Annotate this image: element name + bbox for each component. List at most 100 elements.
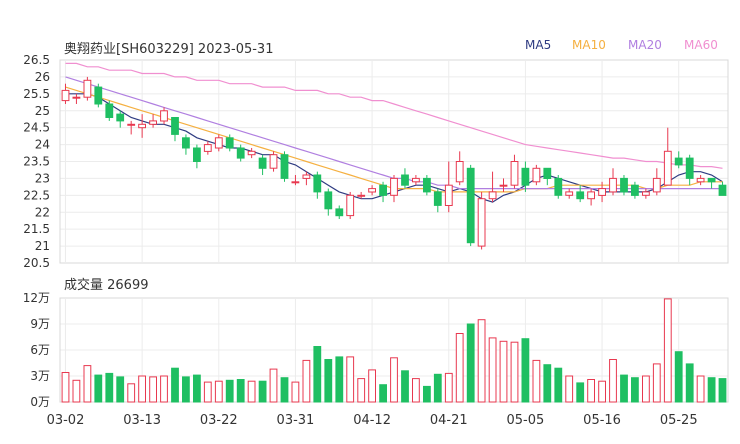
candle-body [718,184,727,196]
volume-bar [642,375,650,403]
candle-body [631,184,639,196]
volume-tick-label: 3万 [30,369,50,383]
volume-bar [598,380,607,403]
volume-bar [543,364,552,403]
candle-body [565,191,574,196]
volume-bar [72,379,81,403]
volume-bar [587,379,596,403]
candle-body [598,188,607,196]
volume-bar [214,380,223,403]
candle-body [642,191,650,196]
price-tick-label: 25.5 [23,87,50,101]
volume-bar [313,346,322,403]
volume-bar [182,376,190,403]
volume-bar [488,337,497,403]
candle-body [291,181,300,184]
candle-body [532,167,541,183]
candle-body [379,184,388,196]
volume-bar [718,378,727,403]
candle-body [499,184,508,187]
volume-bar [258,380,267,403]
volume-bar [324,359,333,403]
volume-bar [203,381,212,403]
volume-bar [280,377,289,403]
volume-tick-label: 9万 [30,317,50,331]
candle-body [346,194,355,217]
candle-body [423,177,431,193]
volume-bar [466,323,475,403]
candle-body [412,177,420,183]
volume-bar [499,340,508,403]
volume-bar [674,351,683,403]
legend-ma20: MA20 [628,38,662,52]
price-tick-label: 23 [35,171,50,185]
volume-bar [193,374,201,403]
volume-bar [171,367,179,403]
candle-body [368,188,377,193]
volume-bar [412,378,420,403]
volume-bar [707,377,716,403]
candle-body [401,174,409,186]
candle-body [510,161,519,186]
price-tick-label: 21.5 [23,222,50,236]
legend-ma10: MA10 [572,38,606,52]
candle-body [203,144,212,152]
date-tick-label: 03-13 [123,413,161,428]
candle-body [674,157,683,166]
candle-body [127,123,136,126]
candle-body [696,177,705,183]
volume-bar [423,385,431,403]
volume-bar [225,379,234,403]
volume-bar [565,375,574,403]
price-tick-label: 22 [35,205,50,219]
date-tick-label: 04-12 [353,413,391,428]
volume-bar [455,333,464,403]
volume-tick-label: 0万 [30,395,50,409]
candle-body [61,89,70,102]
candle-body [225,137,234,149]
volume-bar [83,365,92,403]
date-tick-label: 05-16 [583,413,621,428]
stock-chart-panel: 26.5 26 25.5 25 24.5 24 23.5 23 22.5 22 21.5 21 20.5… [0,0,740,440]
candle-body [620,177,628,193]
candle-body [72,96,81,99]
volume-bar [444,372,453,403]
price-tick-label: 24.5 [23,121,50,135]
volume-bar [236,379,245,403]
candle-body [357,194,366,197]
candle-body [455,161,464,183]
price-tick-label: 26 [35,70,50,84]
volume-bar [105,372,114,403]
candle-body [554,177,563,196]
volume-bar [302,359,311,403]
volume-bar [116,376,125,403]
candle-body [160,110,168,122]
candle-body [214,137,223,149]
volume-bar [663,298,672,403]
candle-body [313,174,322,193]
candle-body [433,191,442,206]
volume-bar [61,372,70,403]
volume-bar [532,359,541,403]
price-tick-label: 26.5 [23,53,50,67]
candle-body [444,184,453,206]
date-axis: 03-02 03-13 03-22 03-31 04-12 04-21 05-05 05-16… [47,413,698,428]
candle-body [83,79,92,98]
candle-body [269,154,278,169]
price-tick-label: 23.5 [23,155,50,169]
volume-bar [631,377,639,403]
candle-body [302,174,311,179]
volume-bar [477,319,486,403]
candle-body [171,117,179,135]
volume-bar [291,381,300,403]
candle-body [488,191,497,200]
candle-body [521,167,530,186]
volume-bar [160,375,168,403]
candle-body [182,137,190,149]
price-tick-label: 25 [35,104,50,118]
legend-ma5: MA5 [525,38,552,52]
volume-bar [609,359,617,403]
candle-body [685,157,694,179]
volume-bar [368,369,377,403]
candle-body [609,177,617,193]
